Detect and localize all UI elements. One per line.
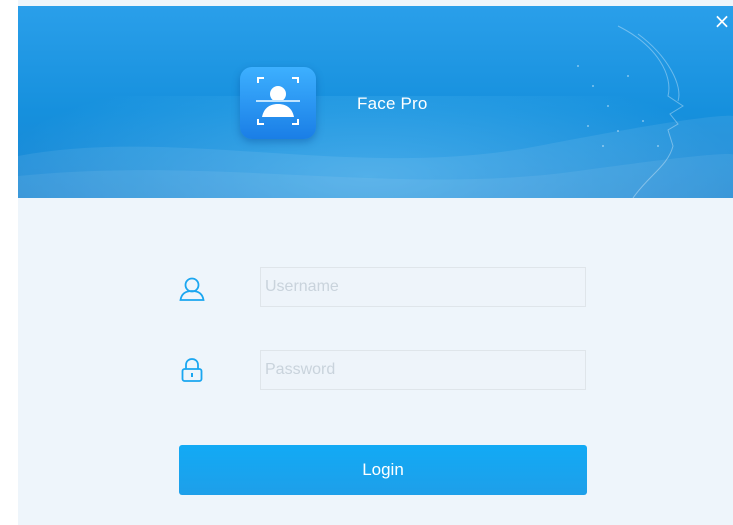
login-button[interactable]: Login	[179, 445, 587, 495]
close-icon: ×	[713, 9, 731, 33]
window-edge	[0, 0, 18, 525]
app-logo	[240, 67, 316, 139]
lock-icon	[181, 358, 203, 382]
user-icon	[179, 277, 205, 301]
login-window: × Face Pro Login	[0, 0, 733, 525]
password-field[interactable]	[260, 350, 586, 390]
close-button[interactable]: ×	[711, 10, 733, 32]
app-title: Face Pro	[357, 94, 428, 113]
face-scan-icon	[256, 77, 300, 125]
username-field[interactable]	[260, 267, 586, 307]
